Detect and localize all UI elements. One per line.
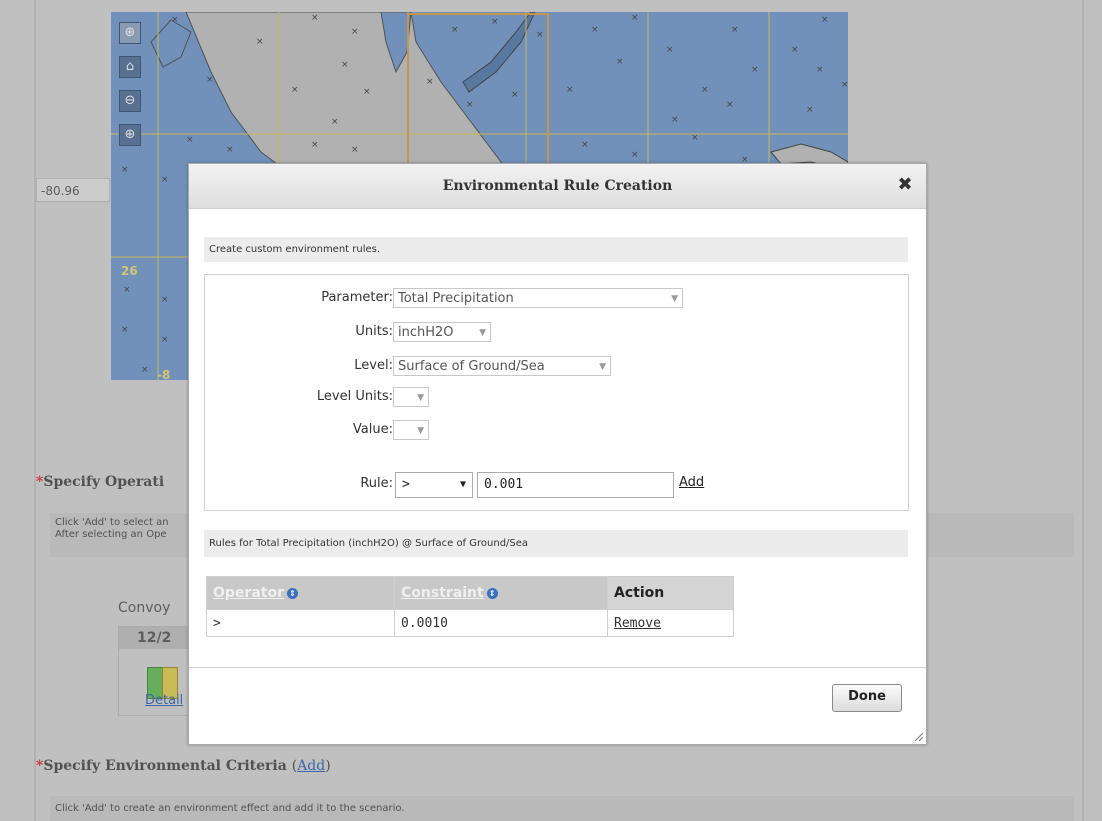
level-units-select[interactable]: ▼ — [393, 387, 429, 407]
chevron-down-icon: ▼ — [599, 362, 606, 372]
chevron-down-icon: ▼ — [479, 328, 486, 338]
action-column-header: Action — [607, 576, 734, 610]
constraint-cell: 0.0010 — [394, 609, 608, 637]
units-label: Units: — [355, 324, 393, 339]
level-select[interactable]: Surface of Ground/Sea ▼ — [393, 356, 611, 376]
dialog-intro: Create custom environment rules. — [204, 237, 908, 262]
parameter-select[interactable]: Total Precipitation ▼ — [393, 288, 683, 308]
resize-grip-icon[interactable] — [912, 730, 924, 742]
dialog-header[interactable]: Environmental Rule Creation ✖ — [189, 164, 926, 209]
rules-table: Operator ⇕ Constraint ⇕ Action > 0.0010 Re… — [206, 576, 734, 637]
remove-rule-link[interactable]: Remove — [607, 609, 734, 637]
done-button[interactable]: Done — [832, 684, 902, 712]
parameter-label: Parameter: — [321, 290, 393, 305]
rule-operator-select[interactable]: > ▼ — [395, 472, 473, 498]
sort-icon: ⇕ — [286, 587, 298, 599]
value-select[interactable]: ▼ — [393, 420, 429, 440]
parameter-panel: Parameter: Total Precipitation ▼ Units: i… — [204, 274, 909, 511]
operator-column-header[interactable]: Operator ⇕ — [206, 576, 395, 610]
operator-cell: > — [206, 609, 395, 637]
dialog-title: Environmental Rule Creation — [442, 178, 673, 194]
level-units-label: Level Units: — [316, 389, 393, 404]
chevron-down-icon: ▼ — [417, 426, 424, 436]
level-label: Level: — [354, 358, 393, 373]
chevron-down-icon: ▼ — [417, 393, 424, 403]
rules-caption: Rules for Total Precipitation (inchH2O) … — [204, 530, 908, 557]
add-rule-link[interactable]: Add — [679, 475, 704, 490]
caret-down-icon: ▼ — [459, 479, 466, 490]
close-icon[interactable]: ✖ — [896, 176, 914, 194]
units-select[interactable]: inchH2O ▼ — [393, 322, 491, 342]
chevron-down-icon: ▼ — [671, 294, 678, 304]
value-label: Value: — [352, 422, 393, 437]
table-row: > 0.0010 Remove — [206, 609, 734, 637]
sort-icon: ⇕ — [486, 587, 498, 599]
dialog-footer-divider — [189, 667, 926, 668]
rules-table-header: Operator ⇕ Constraint ⇕ Action — [206, 576, 734, 610]
rule-value-input[interactable]: 0.001 — [477, 472, 674, 498]
constraint-column-header[interactable]: Constraint ⇕ — [394, 576, 608, 610]
rule-label: Rule: — [360, 476, 393, 491]
environmental-rule-dialog: Environmental Rule Creation ✖ Create cus… — [188, 163, 927, 745]
